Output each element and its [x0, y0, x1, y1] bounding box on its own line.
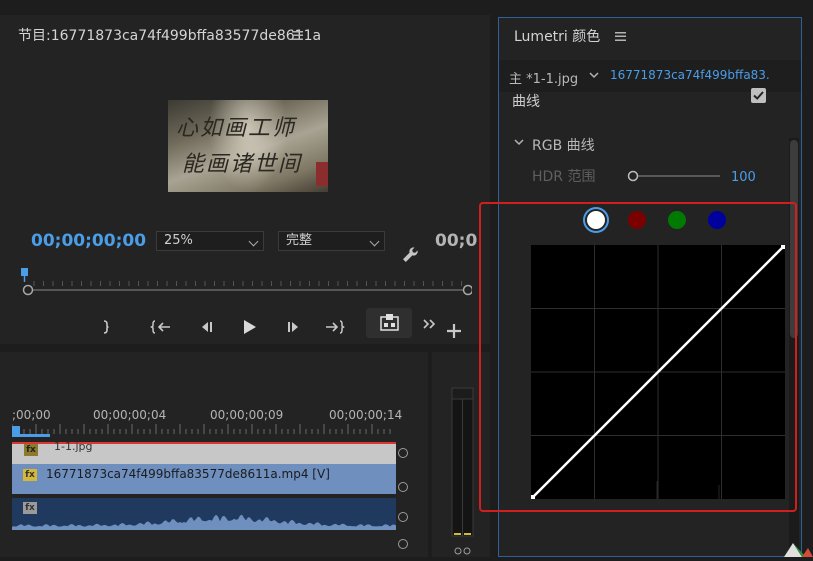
playhead-timecode[interactable]: 00;00;00;00	[31, 231, 146, 251]
curves-section-label: 曲线	[512, 94, 540, 110]
timeline-panel: ;00;00 00;00;00;04 00;00;00;09 00;00;00;…	[0, 352, 428, 557]
timeline-ruler[interactable]	[12, 422, 396, 438]
chevron-down-icon[interactable]	[514, 139, 524, 147]
ruler-label: 00;00;00;09	[210, 408, 284, 422]
audio-waveform	[12, 514, 396, 530]
hdr-range-value[interactable]: 100	[731, 170, 756, 185]
step-forward-icon[interactable]	[283, 316, 305, 338]
step-back-icon[interactable]	[195, 316, 217, 338]
clip-v2-image[interactable]: fx 1-1.jpg	[12, 440, 396, 466]
playback-scrubber[interactable]	[20, 268, 472, 296]
lumetri-panel-title: Lumetri 颜色	[514, 29, 601, 45]
clip-v1-name: 16771873ca74f499bffa83577de8611a.mp4 [V]	[46, 467, 330, 481]
zoom-select[interactable]: 25%	[156, 231, 264, 251]
play-icon[interactable]	[238, 316, 260, 338]
preview-handwriting-line2: 能画诸世间	[182, 152, 303, 177]
chevron-down-icon[interactable]	[589, 72, 599, 80]
highlight-annotation-box	[479, 202, 797, 512]
tab-sequence-clip[interactable]: 16771873ca74f499bffa83...	[610, 68, 770, 82]
track-keyframe-toggle[interactable]	[398, 482, 408, 492]
checkmark-icon	[753, 91, 764, 100]
ruler-label: 00;00;00;14	[329, 408, 403, 422]
mark-in-icon[interactable]	[95, 316, 117, 338]
hdr-range-slider[interactable]	[627, 170, 722, 182]
go-to-out-icon[interactable]	[324, 316, 346, 338]
program-preview-image: 心如画工师 能画诸世间	[168, 100, 328, 192]
ruler-label: 00;00;00;04	[93, 408, 167, 422]
chevron-down-icon	[369, 236, 380, 247]
track-keyframe-toggle[interactable]	[398, 539, 408, 549]
lumetri-menu-icon[interactable]	[615, 32, 626, 41]
track-keyframe-toggle[interactable]	[398, 512, 408, 522]
wrench-icon[interactable]	[400, 245, 420, 265]
fx-badge: fx	[24, 444, 38, 456]
rgb-curves-label[interactable]: RGB 曲线	[532, 135, 595, 155]
track-keyframe-toggle[interactable]	[398, 448, 408, 458]
clip-v2-name: 1-1.jpg	[54, 440, 93, 453]
curves-enable-checkbox[interactable]	[751, 88, 766, 103]
add-icon[interactable]	[443, 320, 465, 342]
clip-a1-audio[interactable]: fx	[12, 498, 396, 530]
program-menu-icon[interactable]	[292, 31, 303, 40]
preview-handwriting-line1: 心如画工师	[176, 116, 297, 141]
more-icon[interactable]	[420, 314, 442, 336]
program-monitor-panel: 节目:16771873ca74f499bffa83577de8611a 心如画工…	[0, 15, 490, 344]
export-frame-icon	[380, 314, 399, 331]
go-to-in-icon[interactable]	[150, 316, 172, 338]
quality-select-value: 完整	[286, 233, 313, 248]
zoom-select-value: 25%	[164, 233, 193, 248]
quality-select[interactable]: 完整	[278, 231, 385, 251]
hdr-range-label: HDR 范围	[532, 169, 596, 185]
program-monitor-title: 节目:16771873ca74f499bffa83577de8611a	[18, 28, 322, 44]
fx-badge: fx	[23, 469, 37, 481]
export-frame-button[interactable]	[366, 308, 412, 338]
tab-master-clip[interactable]: 主 *1-1.jpg	[509, 68, 578, 87]
chevron-down-icon	[248, 236, 259, 247]
transport-controls	[0, 310, 490, 344]
corner-logo-icon	[784, 543, 813, 557]
ruler-label: ;00;00	[12, 408, 51, 422]
